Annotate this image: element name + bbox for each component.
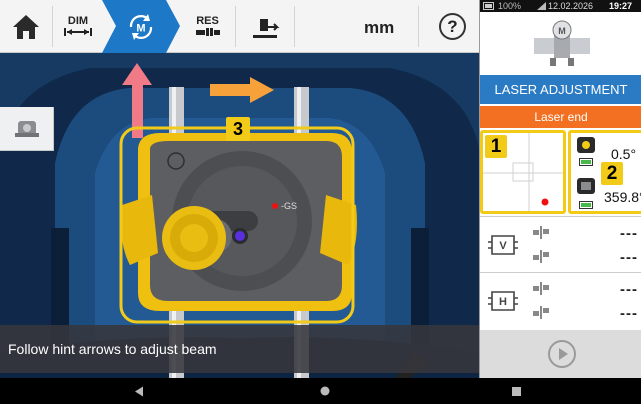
battery-percent: 100% bbox=[498, 1, 522, 11]
status-date: 12.02.2026 bbox=[548, 1, 594, 11]
laser-tool-button[interactable] bbox=[0, 107, 54, 151]
machine-move-icon bbox=[253, 18, 280, 38]
sensor-box[interactable]: 0.5° 359.8° 2 bbox=[568, 130, 641, 214]
machine-thumbnail[interactable]: M bbox=[480, 12, 641, 75]
hint-bar: Follow hint arrows to adjust beam bbox=[0, 325, 479, 373]
sensor-head-icon bbox=[577, 137, 595, 153]
angular-offset-icon bbox=[533, 226, 549, 239]
battery-icon bbox=[483, 2, 494, 10]
home-button[interactable] bbox=[0, 0, 52, 53]
svg-text:V: V bbox=[499, 240, 507, 252]
laser-status: Laser end bbox=[480, 106, 641, 128]
parallel-offset-icon bbox=[533, 306, 549, 319]
measure-button[interactable]: M bbox=[102, 0, 180, 53]
results-table: V --- --- H --- --- bbox=[480, 216, 641, 328]
results-button[interactable]: RES bbox=[180, 0, 235, 53]
dim-label: DIM bbox=[67, 15, 89, 27]
toolbar-divider bbox=[418, 6, 419, 47]
angle-value-2: 359.8° bbox=[604, 189, 641, 205]
dimension-arrow-icon bbox=[64, 28, 92, 36]
result-row-vertical[interactable]: V --- --- bbox=[480, 217, 641, 273]
measure-m-icon: M bbox=[129, 14, 153, 40]
vertical-offset-value: --- bbox=[620, 249, 638, 266]
play-bar bbox=[480, 330, 641, 378]
result-row-horizontal[interactable]: H --- --- bbox=[480, 273, 641, 329]
target-1-badge: 1 bbox=[485, 135, 507, 158]
android-nav-bar bbox=[0, 378, 641, 404]
target-1-label: 1 bbox=[490, 136, 502, 157]
toolbar-divider bbox=[294, 6, 295, 47]
laser-unit bbox=[121, 133, 357, 311]
sensor-head-icon-2 bbox=[577, 178, 595, 194]
laser-mark-label: -GS bbox=[281, 201, 298, 211]
right-panel: 100% 12.02.2026 19:27 M LASER ADJUSTMENT… bbox=[479, 0, 641, 378]
home-icon bbox=[13, 14, 39, 39]
svg-text:M: M bbox=[136, 23, 145, 35]
back-icon[interactable] bbox=[134, 386, 144, 397]
toolbar: DIM M RES mm ? bbox=[0, 0, 479, 53]
coupling-icon bbox=[195, 28, 220, 36]
horizontal-angle-value: --- bbox=[620, 281, 638, 298]
status-time: 19:27 bbox=[609, 1, 633, 11]
res-label: RES bbox=[196, 15, 219, 27]
units-label[interactable]: mm bbox=[364, 18, 394, 38]
signal-icon bbox=[537, 2, 546, 10]
play-icon[interactable] bbox=[547, 339, 577, 369]
angular-offset-icon bbox=[533, 282, 549, 295]
battery-green-icon bbox=[579, 158, 593, 166]
horizontal-offset-value: --- bbox=[620, 305, 638, 322]
sensor-2-label: 2 bbox=[606, 163, 618, 184]
horizontal-icon: H bbox=[488, 291, 518, 311]
hint-text: Follow hint arrows to adjust beam bbox=[8, 341, 217, 357]
vertical-angle-value: --- bbox=[620, 225, 638, 242]
battery-green-icon-2 bbox=[579, 201, 593, 209]
help-icon: ? bbox=[447, 17, 458, 36]
marker-3-badge: 3 bbox=[226, 117, 250, 141]
laser-tool-icon bbox=[15, 121, 39, 137]
target-box[interactable]: 1 bbox=[480, 130, 566, 214]
sensor-2-badge: 2 bbox=[601, 162, 623, 185]
home-nav-icon[interactable] bbox=[320, 386, 330, 396]
angle-value-1: 0.5° bbox=[611, 146, 637, 162]
svg-text:M: M bbox=[558, 26, 566, 36]
recents-icon[interactable] bbox=[512, 387, 521, 396]
help-button[interactable]: ? bbox=[439, 13, 466, 40]
svg-text:H: H bbox=[499, 296, 507, 308]
marker-3-label: 3 bbox=[232, 119, 243, 139]
parallel-offset-icon bbox=[533, 250, 549, 263]
mode-title: LASER ADJUSTMENT bbox=[480, 75, 641, 104]
move-button[interactable] bbox=[236, 0, 294, 53]
status-bar: 100% 12.02.2026 19:27 bbox=[480, 0, 641, 12]
machine-coupling-icon: M bbox=[534, 20, 590, 66]
vertical-icon: V bbox=[488, 235, 518, 255]
camera-view: -GS 3 Follow hint arrows to adjust beam bbox=[0, 53, 479, 378]
dimensions-button[interactable]: DIM bbox=[53, 0, 103, 53]
target-area: 1 0.5° 359.8° 2 bbox=[480, 128, 641, 216]
